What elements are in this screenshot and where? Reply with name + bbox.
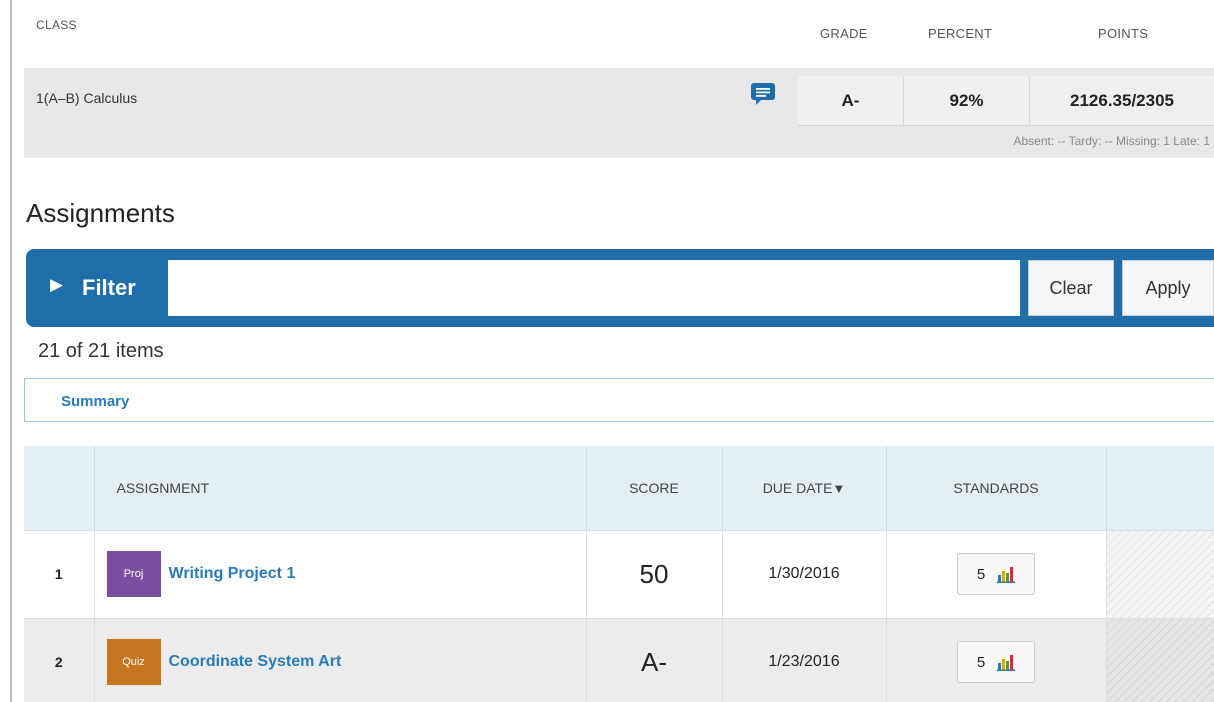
sort-descending-icon[interactable]: ▼ — [832, 481, 845, 496]
table-row: 1 Proj Writing Project 1 50 1/30/2016 5 — [24, 529, 1214, 618]
item-count: 21 of 21 items — [38, 340, 164, 362]
comment-icon[interactable] — [750, 82, 776, 106]
category-badge-quiz: Quiz — [106, 639, 161, 686]
table-row: 2 Quiz Coordinate System Art A- 1/23/2016… — [24, 617, 1214, 702]
header-percent: PERCENT — [928, 26, 993, 41]
standards-button[interactable]: 5 — [957, 641, 1035, 684]
column-header-due-date[interactable]: DUE DATE▼ — [722, 446, 887, 530]
filter-input[interactable] — [168, 260, 1020, 316]
header-points: POINTS — [1098, 26, 1149, 41]
assignments-table: ASSIGNMENT SCORE DUE DATE▼ STANDARDS 1 P… — [24, 446, 1214, 702]
apply-button[interactable]: Apply — [1122, 260, 1214, 316]
table-header-row: ASSIGNMENT SCORE DUE DATE▼ STANDARDS — [24, 446, 1214, 530]
class-points: 2126.35/2305 — [1070, 90, 1174, 110]
extra-cell — [1106, 529, 1214, 618]
class-row: 1(A–B) Calculus A- 92% 2126.35/2305 Abse… — [24, 68, 1214, 158]
category-badge-proj: Proj — [106, 551, 161, 597]
column-header-assignment[interactable]: ASSIGNMENT — [94, 446, 587, 530]
row-number: 2 — [24, 617, 95, 702]
summary-tab[interactable]: Summary — [24, 378, 1214, 422]
assignment-cell: Quiz Coordinate System Art — [94, 617, 587, 702]
attendance-summary: Absent: -- Tardy: -- Missing: 1 Late: 1 — [1013, 134, 1210, 148]
class-name: 1(A–B) Calculus — [36, 90, 138, 106]
bar-chart-icon — [997, 567, 1016, 583]
due-date-cell: 1/30/2016 — [722, 529, 887, 618]
header-grade: GRADE — [820, 26, 868, 41]
extra-cell — [1106, 617, 1214, 702]
bar-chart-icon — [997, 655, 1016, 672]
standards-cell: 5 — [886, 529, 1107, 618]
column-header-standards[interactable]: STANDARDS — [886, 446, 1107, 530]
column-header-score[interactable]: SCORE — [586, 446, 723, 530]
standards-count: 5 — [976, 565, 986, 583]
expand-filter-icon[interactable]: ▶ — [50, 275, 63, 295]
filter-label[interactable]: Filter — [82, 275, 136, 301]
standards-cell: 5 — [886, 617, 1107, 702]
standards-count: 5 — [976, 653, 986, 671]
score-cell: 50 — [586, 529, 723, 618]
assignment-link[interactable]: Coordinate System Art — [169, 653, 342, 670]
row-number: 1 — [24, 529, 95, 618]
left-border — [10, 0, 12, 702]
column-header-number — [24, 446, 95, 530]
assignment-cell: Proj Writing Project 1 — [94, 529, 587, 618]
due-date-cell: 1/23/2016 — [722, 617, 887, 702]
class-summary-header: CLASS GRADE PERCENT POINTS — [24, 0, 1214, 66]
filter-bar: ▶ Filter Clear Apply — [26, 249, 1214, 327]
summary-tab-label[interactable]: Summary — [61, 393, 129, 410]
due-date-label[interactable]: DUE DATE — [763, 480, 833, 496]
score-cell: A- — [586, 617, 723, 702]
standards-button[interactable]: 5 — [957, 553, 1035, 595]
column-header-extra — [1106, 446, 1214, 530]
grade-summary-cells: A- 92% 2126.35/2305 — [798, 76, 1214, 126]
header-class: CLASS — [36, 18, 77, 32]
assignments-title: Assignments — [26, 198, 175, 228]
class-percent: 92% — [904, 76, 1030, 125]
clear-button[interactable]: Clear — [1028, 260, 1114, 316]
class-grade: A- — [798, 76, 904, 125]
assignment-link[interactable]: Writing Project 1 — [169, 565, 296, 582]
